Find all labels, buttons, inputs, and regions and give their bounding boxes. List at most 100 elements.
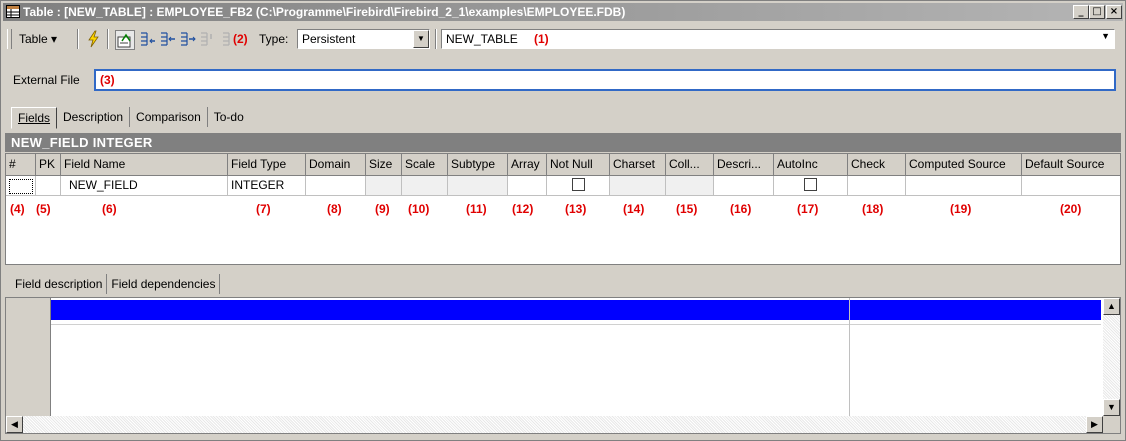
horizontal-scrollbar[interactable]: ◀ ▶ xyxy=(6,416,1103,433)
marker-8: (8) xyxy=(327,202,342,216)
autoinc-checkbox[interactable] xyxy=(804,178,817,192)
type-label: Type: xyxy=(259,32,289,46)
field-description-panel[interactable]: ▲ ▼ ◀ ▶ xyxy=(5,297,1121,434)
scroll-down-icon[interactable]: ▼ xyxy=(1103,399,1120,416)
column-header[interactable]: Scale xyxy=(402,154,448,176)
chevron-down-icon[interactable]: ▼ xyxy=(1101,31,1110,41)
window-title: Table : [NEW_TABLE] : EMPLOYEE_FB2 (C:\P… xyxy=(23,5,626,19)
column-header[interactable]: Domain xyxy=(306,154,366,176)
size-cell[interactable] xyxy=(366,176,402,196)
column-header[interactable]: AutoInc xyxy=(774,154,848,176)
toolbar-separator xyxy=(107,29,109,49)
field-summary-band: NEW_FIELD INTEGER xyxy=(5,133,1121,152)
column-header[interactable]: Field Type xyxy=(228,154,306,176)
external-file-input[interactable]: (3) xyxy=(94,69,1116,91)
column-header[interactable]: Default Source xyxy=(1022,154,1120,176)
toolbar-grip[interactable] xyxy=(7,29,12,49)
pk-cell[interactable] xyxy=(36,176,61,196)
column-header[interactable]: Charset xyxy=(610,154,666,176)
marker-4: (4) xyxy=(10,202,25,216)
marker-15: (15) xyxy=(676,202,698,216)
column-header[interactable]: Size xyxy=(366,154,402,176)
marker-20: (20) xyxy=(1060,202,1082,216)
tab-field-dependencies[interactable]: Field dependencies xyxy=(107,274,221,294)
check-cell[interactable] xyxy=(848,176,906,196)
scroll-up-icon[interactable]: ▲ xyxy=(1103,298,1120,315)
marker-19: (19) xyxy=(950,202,972,216)
charset-cell[interactable] xyxy=(610,176,666,196)
column-header[interactable]: Check xyxy=(848,154,906,176)
not-null-checkbox[interactable] xyxy=(571,178,585,192)
description-cell[interactable] xyxy=(714,176,774,196)
type-select-value: Persistent xyxy=(302,32,356,46)
field-name-cell[interactable]: NEW_FIELD xyxy=(61,176,228,196)
external-file-label: External File xyxy=(13,73,80,87)
column-header[interactable]: Not Null xyxy=(547,154,610,176)
export-icon[interactable] xyxy=(115,30,135,50)
marker-13: (13) xyxy=(565,202,587,216)
marker-9: (9) xyxy=(375,202,390,216)
column-header[interactable]: Descri... xyxy=(714,154,774,176)
selected-row[interactable] xyxy=(51,300,1101,320)
tab-comparison[interactable]: Comparison xyxy=(130,107,208,127)
tab-field-description[interactable]: Field description xyxy=(11,274,108,294)
tab-description[interactable]: Description xyxy=(57,107,131,127)
type-select[interactable]: Persistent ▼ xyxy=(297,29,430,49)
row-indicator[interactable] xyxy=(6,176,36,196)
tab-todo[interactable]: To-do xyxy=(208,107,250,127)
toolbar: Table ▾ (2) Type: Persistent ▼ NEW_TABLE… xyxy=(5,26,1121,52)
column-divider xyxy=(849,298,850,416)
column-header[interactable]: Subtype xyxy=(448,154,508,176)
insert-field-icon[interactable] xyxy=(159,30,177,48)
focus-rect xyxy=(9,179,33,194)
marker-10: (10) xyxy=(408,202,430,216)
domain-cell[interactable] xyxy=(306,176,366,196)
marker-7: (7) xyxy=(256,202,271,216)
marker-14: (14) xyxy=(623,202,645,216)
marker-16: (16) xyxy=(730,202,752,216)
computed-source-cell[interactable] xyxy=(906,176,1022,196)
marker-11: (11) xyxy=(466,202,487,216)
add-field-icon[interactable] xyxy=(139,30,157,48)
field-type-cell[interactable]: INTEGER xyxy=(228,176,306,196)
marker-1: (1) xyxy=(534,32,549,46)
delete-field-icon-disabled[interactable] xyxy=(199,30,217,48)
marker-12: (12) xyxy=(512,202,534,216)
column-header[interactable]: PK xyxy=(36,154,61,176)
minimize-button[interactable]: _ xyxy=(1073,5,1089,19)
maximize-button[interactable]: □ xyxy=(1089,5,1105,19)
title-bar[interactable]: Table : [NEW_TABLE] : EMPLOYEE_FB2 (C:\P… xyxy=(3,3,1123,21)
compile-lightning-icon[interactable] xyxy=(85,30,103,48)
toolbar-separator xyxy=(435,29,437,49)
array-cell[interactable] xyxy=(508,176,547,196)
marker-17: (17) xyxy=(797,202,819,216)
column-header[interactable]: Computed Source xyxy=(906,154,1022,176)
column-header[interactable]: Field Name xyxy=(61,154,228,176)
autoinc-cell[interactable] xyxy=(774,176,848,196)
scroll-right-icon[interactable]: ▶ xyxy=(1086,416,1103,433)
move-field-icon[interactable] xyxy=(179,30,197,48)
column-header[interactable]: # xyxy=(6,154,36,176)
marker-6: (6) xyxy=(102,202,117,216)
vertical-scrollbar[interactable]: ▲ ▼ xyxy=(1103,298,1120,416)
size-grip[interactable] xyxy=(1103,416,1120,433)
fields-grid[interactable]: # PK Field Name Field Type Domain Size S… xyxy=(5,153,1121,265)
column-header[interactable]: Array xyxy=(508,154,547,176)
row-divider xyxy=(51,324,1101,325)
table-name-combo[interactable]: NEW_TABLE (1) ▼ xyxy=(441,29,1115,49)
close-button[interactable]: × xyxy=(1106,5,1122,19)
chevron-down-icon[interactable]: ▼ xyxy=(413,30,429,48)
scroll-left-icon[interactable]: ◀ xyxy=(6,416,23,433)
subtype-cell[interactable] xyxy=(448,176,508,196)
column-header[interactable]: Coll... xyxy=(666,154,714,176)
not-null-cell[interactable] xyxy=(547,176,610,196)
scale-cell[interactable] xyxy=(402,176,448,196)
collation-cell[interactable] xyxy=(666,176,714,196)
table-menu-button[interactable]: Table ▾ xyxy=(15,30,61,48)
gutter xyxy=(6,298,51,416)
bottom-tabs: Field description Field dependencies xyxy=(11,274,221,294)
toolbar-separator xyxy=(77,29,79,49)
default-source-cell[interactable] xyxy=(1022,176,1120,196)
tab-fields[interactable]: Fields xyxy=(11,107,58,129)
marker-5: (5) xyxy=(36,202,51,216)
